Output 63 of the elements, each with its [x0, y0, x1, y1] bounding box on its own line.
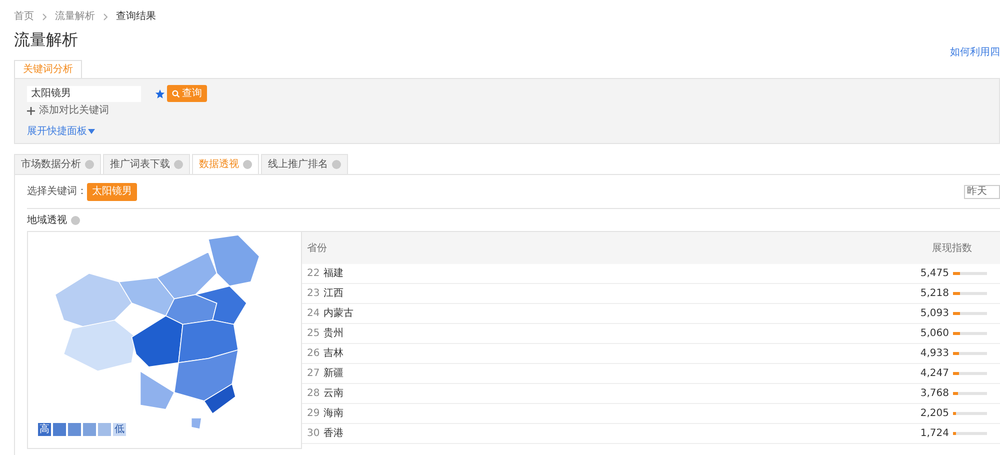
rank-cell-text: 30: [307, 427, 320, 441]
breadcrumb-link[interactable]: 流量解析: [55, 9, 95, 24]
keyword-tab[interactable]: 关键词分析: [14, 60, 82, 78]
chevron-icon: [103, 12, 108, 20]
column-header: 省份: [307, 242, 327, 256]
value-cell-text: 5,060: [920, 327, 949, 341]
legend-swatch: 高: [38, 423, 51, 436]
rank-cell-text: 27: [307, 367, 320, 381]
expand-panel-link[interactable]: 展开快捷面板: [27, 124, 95, 139]
breadcrumb-link[interactable]: 首页: [14, 9, 34, 24]
rank-cell-text: 22: [307, 267, 320, 281]
section-title: 地域透视: [27, 214, 67, 228]
value-cell-text: 4,247: [920, 367, 949, 381]
search-icon: [172, 90, 180, 98]
rank-cell-text: 28: [307, 387, 320, 401]
province-cell-text: 福建: [324, 266, 344, 281]
province-cell-text: 香港: [324, 426, 344, 441]
legend-swatch: [53, 423, 66, 436]
rank-cell-text: 26: [307, 347, 320, 361]
add-compare-link[interactable]: 添加对比关键词: [39, 103, 109, 118]
search-button[interactable]: 查询: [167, 85, 207, 102]
select-keyword-label: 选择关键词：: [27, 184, 87, 199]
rank-cell-text: 24: [307, 307, 320, 321]
province-cell-text: 吉林: [324, 346, 344, 361]
value-cell-text: 3,768: [920, 387, 949, 401]
legend-swatch: [68, 423, 81, 436]
caret-icon: [88, 129, 95, 134]
tab[interactable]: 线上推广排名: [261, 154, 348, 174]
value-cell-text: 2,205: [920, 407, 949, 421]
tab[interactable]: 数据透视: [192, 154, 259, 174]
rank-cell-text: 29: [307, 407, 320, 421]
help-icon[interactable]: [85, 160, 94, 169]
province-cell-text: 江西: [324, 287, 344, 301]
page-title: 流量解析: [14, 32, 78, 48]
value-cell-text: 1,724: [920, 427, 949, 441]
tab[interactable]: 推广词表下载: [103, 154, 190, 174]
date-select[interactable]: 昨天: [964, 184, 1000, 198]
value-cell-text: 5,475: [920, 267, 949, 281]
rank-cell-text: 25: [307, 327, 320, 341]
province-cell-text: 云南: [324, 386, 344, 401]
help-icon[interactable]: [174, 160, 183, 169]
province-cell-text: 内蒙古: [324, 306, 354, 321]
help-icon[interactable]: [243, 160, 252, 169]
province-cell-text: 贵州: [324, 326, 344, 341]
province-cell-text: 海南: [324, 406, 344, 421]
column-header: 展现指数: [932, 242, 972, 256]
keyword-input[interactable]: 太阳镜男: [27, 86, 141, 102]
star-icon[interactable]: [155, 88, 165, 98]
help-link[interactable]: 如何利用四: [950, 45, 1000, 60]
rank-cell-text: 23: [307, 287, 320, 301]
province-cell-text: 新疆: [324, 366, 344, 381]
tab[interactable]: 市场数据分析: [14, 154, 101, 174]
keyword-chip[interactable]: 太阳镜男: [87, 182, 137, 200]
plus-icon[interactable]: [27, 106, 35, 114]
legend-swatch: [83, 423, 96, 436]
value-cell-text: 4,933: [920, 347, 949, 361]
legend-swatch: 低: [113, 423, 126, 436]
chevron-icon: [42, 12, 47, 20]
legend-swatch: [98, 423, 111, 436]
value-cell-text: 5,218: [920, 287, 949, 301]
help-icon[interactable]: [332, 160, 341, 169]
help-icon[interactable]: [71, 216, 80, 224]
value-cell-text: 5,093: [920, 307, 949, 321]
